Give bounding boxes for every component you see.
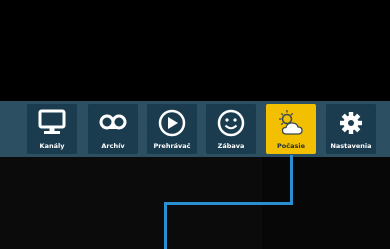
menu-item-pocasie[interactable]: Počasie [266, 104, 316, 154]
menu-item-prehravac[interactable]: Prehrávač [147, 104, 197, 154]
menu-item-label: Prehrávač [153, 142, 191, 150]
connector-line-vertical-lower [164, 202, 167, 249]
archive-tape-icon [99, 114, 127, 130]
tv-icon [38, 109, 66, 134]
connector-line-horizontal [164, 202, 293, 205]
menu-item-label: Zábava [217, 142, 245, 150]
smiley-icon [217, 109, 245, 137]
connector-line-vertical-upper [290, 155, 293, 205]
menu-item-label: Archív [101, 142, 125, 150]
menu-item-zabava[interactable]: Zábava [206, 104, 256, 154]
menu-item-nastavenia[interactable]: Nastavenia [326, 104, 376, 154]
menu-item-label: Nastavenia [330, 142, 372, 150]
gear-icon [340, 112, 362, 134]
menu-item-kanaly[interactable]: Kanály [27, 104, 77, 154]
top-video-area [0, 0, 390, 101]
menu-item-archiv[interactable]: Archív [88, 104, 138, 154]
menu-item-label: Kanály [39, 142, 65, 150]
play-icon [158, 109, 186, 137]
menu-item-label: Počasie [277, 142, 305, 150]
weather-icon [279, 110, 303, 135]
